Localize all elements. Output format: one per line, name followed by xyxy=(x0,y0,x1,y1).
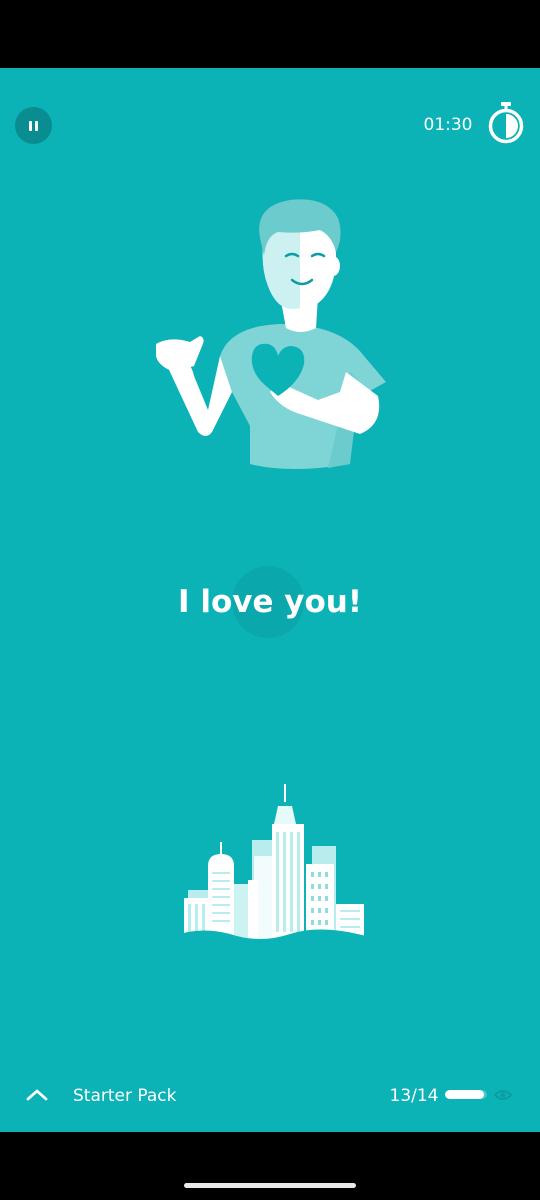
progress-bar-fill xyxy=(445,1090,485,1099)
phrase-text[interactable]: I love you! xyxy=(0,578,540,626)
chevron-path xyxy=(26,1089,48,1101)
chevron-up-icon[interactable] xyxy=(24,1083,50,1107)
city-skyline-illustration xyxy=(174,784,366,946)
stopwatch-icon[interactable] xyxy=(486,101,526,145)
timer-text: 01:30 xyxy=(423,115,473,135)
stopwatch-fill xyxy=(506,114,518,138)
pause-icon-bar xyxy=(35,120,38,131)
eye-icon[interactable] xyxy=(494,1087,512,1103)
system-nav-bar xyxy=(0,1132,540,1200)
ear xyxy=(326,256,340,276)
antenna xyxy=(284,784,286,802)
dome xyxy=(208,854,234,866)
pack-title[interactable]: Starter Pack xyxy=(73,1084,233,1108)
pause-icon xyxy=(29,120,32,131)
status-bar xyxy=(0,0,540,68)
left-block-windows xyxy=(188,904,205,934)
tower-top xyxy=(274,806,296,824)
progress-bar xyxy=(445,1090,487,1099)
left-palm xyxy=(156,336,204,372)
progress-count: 13/14 xyxy=(389,1086,439,1106)
stepped-building-wing xyxy=(248,880,258,942)
spire xyxy=(220,842,222,856)
man-holding-heart-illustration xyxy=(156,199,386,469)
home-indicator[interactable] xyxy=(184,1183,356,1188)
eye-pupil xyxy=(500,1092,506,1098)
pause-button[interactable] xyxy=(15,107,52,144)
